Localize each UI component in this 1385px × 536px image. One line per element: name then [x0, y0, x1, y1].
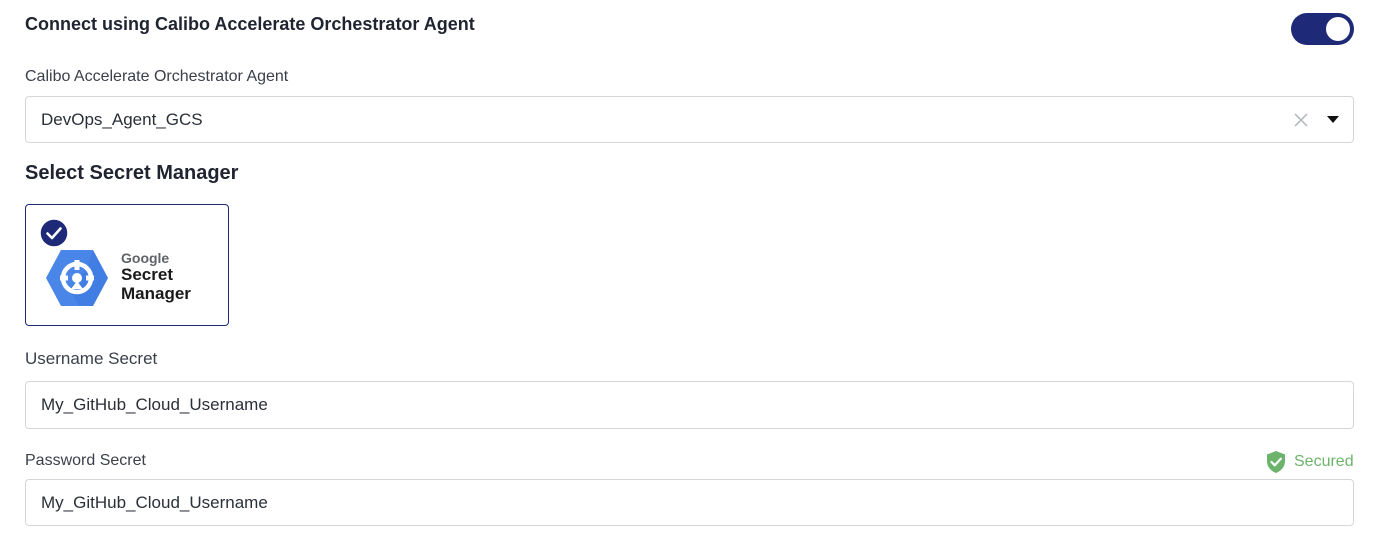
username-input-value: My_GitHub_Cloud_Username	[41, 395, 268, 414]
chevron-down-icon[interactable]	[1327, 116, 1339, 123]
secured-label: Secured	[1294, 453, 1354, 470]
secret-manager-title: Select Secret Manager	[25, 162, 239, 184]
password-input-value: My_GitHub_Cloud_Username	[41, 492, 268, 512]
password-input[interactable]: My_GitHub_Cloud_Username	[25, 479, 1354, 526]
gsm-name-line1: Secret	[121, 265, 173, 285]
clear-icon[interactable]	[1293, 112, 1309, 128]
shield-check-icon	[1267, 451, 1285, 473]
agent-select[interactable]: DevOps_Agent_GCS	[25, 96, 1354, 143]
connect-title: Connect using Calibo Accelerate Orchestr…	[25, 14, 475, 34]
username-field-label: Username Secret	[25, 349, 158, 368]
check-icon	[39, 218, 69, 248]
gsm-brand: Google	[121, 250, 170, 266]
secured-badge: Secured	[1266, 450, 1354, 474]
agent-select-value: DevOps_Agent_GCS	[41, 109, 203, 129]
agent-toggle[interactable]	[1291, 13, 1354, 45]
gsm-text: Google Secret Manager	[121, 250, 191, 304]
username-input[interactable]: My_GitHub_Cloud_Username	[25, 381, 1354, 429]
google-secret-manager-card[interactable]: Google Secret Manager	[25, 204, 229, 326]
google-secret-manager-icon	[46, 250, 108, 306]
gsm-name-line2: Manager	[121, 284, 191, 304]
toggle-knob	[1326, 17, 1350, 41]
password-field-label: Password Secret	[25, 452, 146, 469]
agent-field-label: Calibo Accelerate Orchestrator Agent	[25, 68, 289, 85]
